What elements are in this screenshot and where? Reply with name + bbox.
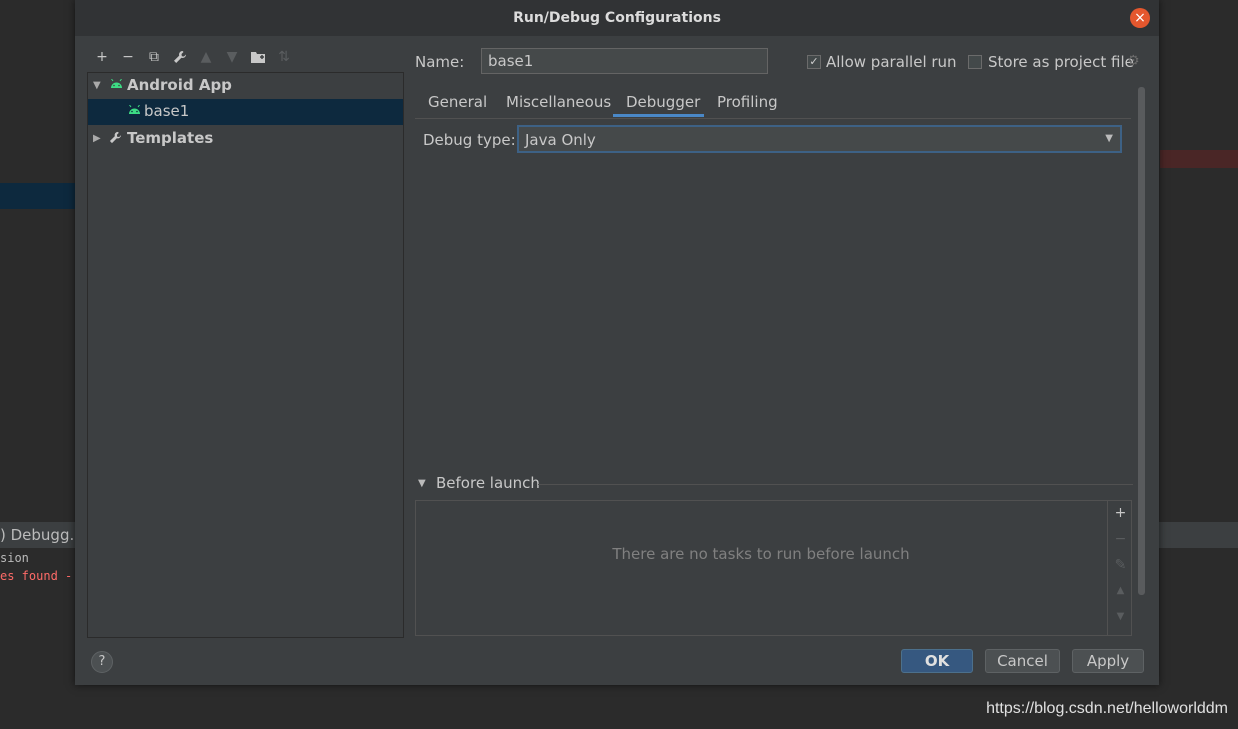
active-tab-indicator — [613, 114, 704, 117]
dialog-titlebar: Run/Debug Configurations × — [75, 0, 1159, 36]
ok-button[interactable]: OK — [901, 649, 973, 673]
android-icon — [128, 104, 141, 119]
watermark: https://blog.csdn.net/helloworlddm — [986, 700, 1228, 717]
debug-type-dropdown[interactable]: Java Only ▼ — [517, 125, 1122, 153]
config-tabs: General Miscellaneous Debugger Profiling — [415, 88, 1131, 119]
move-up-icon[interactable]: ▲ — [1108, 585, 1133, 596]
config-tree: ▼ Android App base1 ▶ Templates — [87, 72, 404, 638]
tree-item-label: Android App — [127, 76, 232, 94]
cancel-button[interactable]: Cancel — [985, 649, 1060, 673]
close-icon[interactable]: × — [1130, 8, 1150, 28]
collapse-arrow-icon[interactable]: ▶ — [93, 133, 101, 144]
tab-profiling[interactable]: Profiling — [717, 93, 778, 111]
tree-item-android-app[interactable]: ▼ Android App — [88, 73, 403, 99]
chevron-down-icon: ▼ — [1105, 133, 1113, 144]
remove-icon[interactable]: − — [115, 46, 141, 68]
new-folder-icon[interactable] — [245, 46, 271, 68]
add-icon[interactable]: + — [89, 46, 115, 68]
name-field[interactable] — [481, 48, 768, 74]
ide-toolwindow-title[interactable]: ) Debugg... — [0, 526, 84, 544]
edit-task-icon[interactable]: ✎ — [1108, 557, 1133, 573]
move-up-icon[interactable]: ▲ — [193, 46, 219, 68]
ide-selected-row — [0, 183, 76, 209]
expand-arrow-icon[interactable]: ▼ — [93, 80, 101, 91]
help-button[interactable]: ? — [91, 651, 113, 673]
ide-console-line: sion — [0, 551, 29, 565]
tab-miscellaneous[interactable]: Miscellaneous — [506, 93, 611, 111]
wrench-icon — [109, 131, 122, 148]
tree-item-templates[interactable]: ▶ Templates — [88, 126, 403, 152]
empty-tasks-text: There are no tasks to run before launch — [612, 545, 910, 563]
divider — [538, 484, 1133, 485]
before-launch-list: There are no tasks to run before launch … — [415, 500, 1132, 636]
run-debug-dialog: Run/Debug Configurations × + − ⧉ ▲ ▼ ⇅ ▼… — [75, 0, 1159, 685]
dialog-title: Run/Debug Configurations — [513, 10, 721, 26]
store-project-label[interactable]: Store as project file — [988, 53, 1134, 71]
debug-type-label: Debug type: — [423, 131, 516, 149]
remove-task-icon[interactable]: − — [1108, 531, 1133, 547]
gear-icon[interactable]: ⚙ — [1127, 53, 1140, 69]
chevron-down-icon[interactable]: ▼ — [418, 478, 426, 489]
before-launch-toolbar: + − ✎ ▲ ▼ — [1107, 501, 1133, 635]
copy-icon[interactable]: ⧉ — [141, 46, 167, 68]
move-down-icon[interactable]: ▼ — [219, 46, 245, 68]
debug-type-value: Java Only — [525, 131, 596, 149]
tree-item-label: Templates — [127, 129, 214, 147]
allow-parallel-label[interactable]: Allow parallel run — [826, 53, 957, 71]
before-launch-title[interactable]: Before launch — [436, 474, 540, 492]
scrollbar-thumb[interactable] — [1138, 87, 1145, 595]
tab-general[interactable]: General — [428, 93, 487, 111]
ide-error-highlight — [1160, 150, 1238, 168]
tree-item-label: base1 — [144, 102, 190, 120]
android-icon — [110, 78, 123, 93]
sort-icon[interactable]: ⇅ — [271, 46, 297, 68]
add-task-icon[interactable]: + — [1108, 505, 1133, 521]
store-project-checkbox[interactable] — [968, 55, 982, 69]
tab-debugger[interactable]: Debugger — [626, 93, 700, 111]
tree-item-base1[interactable]: base1 — [88, 99, 403, 125]
allow-parallel-checkbox[interactable]: ✓ — [807, 55, 821, 69]
name-label: Name: — [415, 53, 465, 71]
apply-button[interactable]: Apply — [1072, 649, 1144, 673]
ide-console-error-line: es found - — [0, 569, 73, 583]
wrench-icon[interactable] — [167, 46, 193, 68]
config-toolbar: + − ⧉ ▲ ▼ ⇅ — [89, 46, 297, 68]
move-down-icon[interactable]: ▼ — [1108, 611, 1133, 622]
